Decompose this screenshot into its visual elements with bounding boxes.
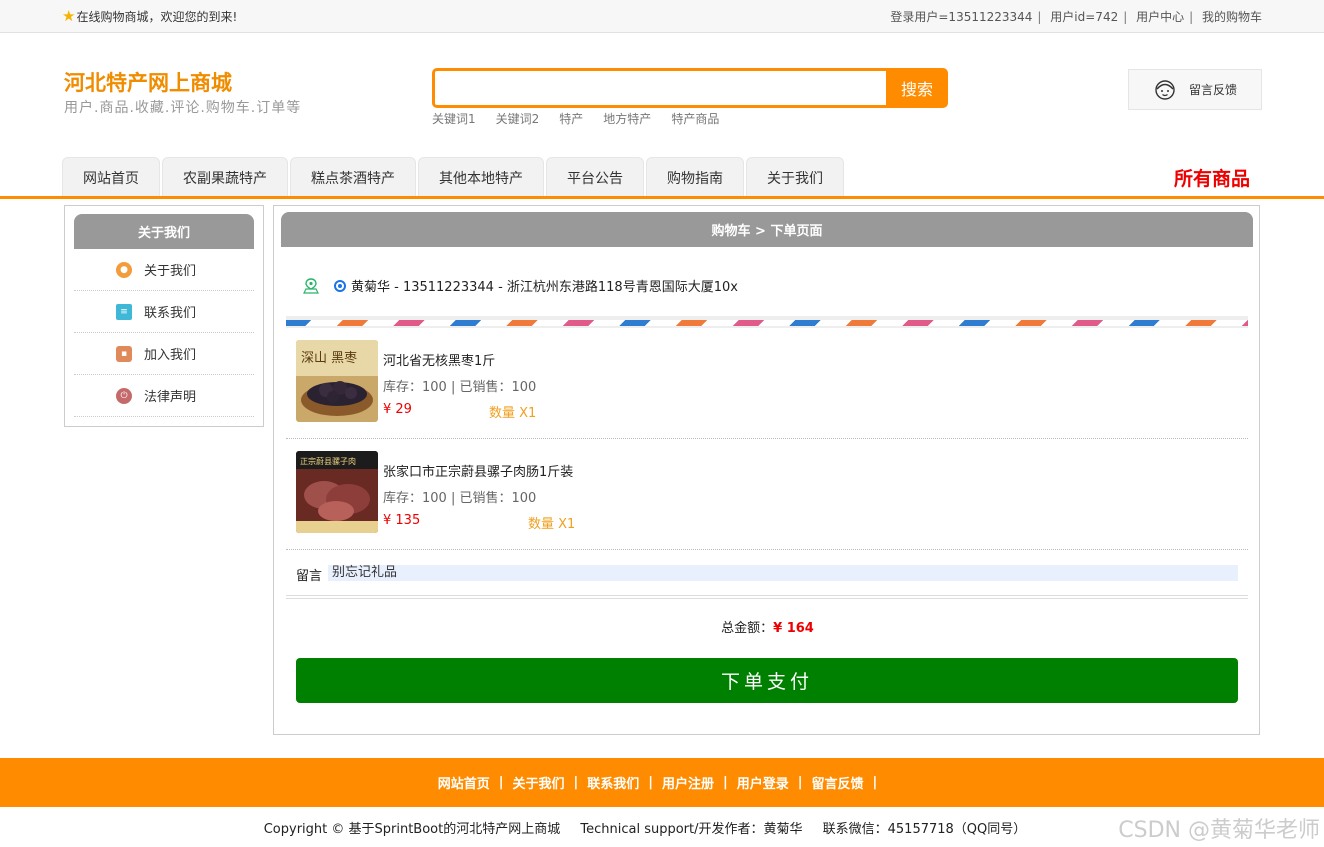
lock-icon: ▪ xyxy=(116,345,132,362)
order-item: 深山 黑枣 河北省无核黑枣1斤 库存：100 | 已销售：100 ¥ 29 数量… xyxy=(286,328,1248,439)
product-price: ¥ 135 xyxy=(383,513,421,528)
footer-link-contact[interactable]: 联系我们 xyxy=(587,773,639,792)
sidebar-item-join[interactable]: ▪ 加入我们 xyxy=(74,333,254,375)
total-label: 总金额： xyxy=(721,621,774,636)
product-stock: 库存：100 | 已销售：100 xyxy=(383,491,537,506)
order-total: 总金额：¥ 164 xyxy=(274,617,1261,636)
sidebar-item-label: 关于我们 xyxy=(144,264,197,279)
product-image[interactable]: 正宗蔚县骡子肉 xyxy=(296,451,378,533)
product-price: ¥ 29 xyxy=(383,402,412,417)
sidebar-item-legal[interactable]: ⏻ 法律声明 xyxy=(74,375,254,417)
feedback-label: 留言反馈 xyxy=(1189,83,1238,97)
sidebar-item-label: 法律声明 xyxy=(144,390,197,405)
user-links: 登录用户=13511223344 | 用户id=742 | 用户中心 | 我的购物车 xyxy=(890,10,1262,24)
power-icon: ⏻ xyxy=(116,387,132,404)
search-button[interactable]: 搜索 xyxy=(886,68,948,108)
customer-service-icon xyxy=(1155,79,1175,100)
feedback-button[interactable]: 留言反馈 xyxy=(1128,69,1262,110)
product-image-caption: 正宗蔚县骡子肉 xyxy=(300,456,356,466)
login-user-text: 登录用户=13511223344 xyxy=(890,10,1033,24)
breadcrumb: 购物车 > 下单页面 xyxy=(281,212,1253,247)
footer-nav: 网站首页 | 关于我们 | 联系我们 | 用户注册 | 用户登录 | 留言反馈 | xyxy=(0,758,1324,807)
footer-link-about[interactable]: 关于我们 xyxy=(512,773,564,792)
sidebar-item-label: 联系我们 xyxy=(144,306,197,321)
tab-about-us[interactable]: 关于我们 xyxy=(746,157,844,197)
tab-other-local[interactable]: 其他本地特产 xyxy=(418,157,544,197)
hot-keywords: 关键词1 关键词2 特产 地方特产 特产商品 xyxy=(432,110,719,127)
search-bar: 搜索 xyxy=(432,68,948,108)
product-quantity: 数量 X1 xyxy=(528,517,576,532)
developer-text: Technical support/开发作者：黄菊华 xyxy=(580,822,803,837)
address-text: 黄菊华 - 13511223344 - 浙江杭州东港路118号青恩国际大厦10x xyxy=(351,280,738,295)
info-icon: ● xyxy=(116,261,132,278)
address-radio[interactable] xyxy=(334,279,346,292)
tab-home[interactable]: 网站首页 xyxy=(62,157,160,197)
tab-produce[interactable]: 农副果蔬特产 xyxy=(162,157,288,197)
location-pin-icon xyxy=(303,277,319,294)
remark-label: 留言 xyxy=(296,569,323,584)
product-name[interactable]: 河北省无核黑枣1斤 xyxy=(383,350,495,369)
welcome-message: ★ 在线购物商城，欢迎您的到来! xyxy=(62,7,237,25)
user-id-text: 用户id=742 xyxy=(1050,10,1119,24)
order-item: 正宗蔚县骡子肉 张家口市正宗蔚县骡子肉肠1斤装 库存：100 | 已销售：100… xyxy=(286,439,1248,550)
footer-link-login[interactable]: 用户登录 xyxy=(737,773,789,792)
product-name[interactable]: 张家口市正宗蔚县骡子肉肠1斤装 xyxy=(383,461,573,480)
product-stock: 库存：100 | 已销售：100 xyxy=(383,380,537,395)
welcome-text: 在线购物商城，欢迎您的到来! xyxy=(76,9,238,24)
clipboard-icon: ≡ xyxy=(116,303,132,320)
nav-divider xyxy=(0,196,1324,199)
contact-text: 联系微信：45157718（QQ同号） xyxy=(822,822,1027,837)
site-title[interactable]: 河北特产网上商城 xyxy=(64,67,232,97)
watermark: CSDN @黄菊华老师 xyxy=(1118,818,1320,843)
keyword-link[interactable]: 关键词1 xyxy=(432,110,476,127)
tab-pastry-tea-wine[interactable]: 糕点茶酒特产 xyxy=(290,157,416,197)
copyright-text: Copyright © 基于SprintBoot的河北特产网上商城 xyxy=(263,822,561,837)
site-subtitle: 用户.商品.收藏.评论.购物车.订单等 xyxy=(64,100,302,116)
address-option[interactable]: 黄菊华 - 13511223344 - 浙江杭州东港路118号青恩国际大厦10x xyxy=(302,276,738,295)
all-goods-link[interactable]: 所有商品 xyxy=(1174,164,1250,191)
keyword-link[interactable]: 地方特产 xyxy=(603,110,651,127)
footer-link-home[interactable]: 网站首页 xyxy=(438,773,490,792)
keyword-link[interactable]: 关键词2 xyxy=(496,110,540,127)
keyword-link[interactable]: 特产商品 xyxy=(671,110,719,127)
total-amount: ¥ 164 xyxy=(773,621,814,636)
keyword-link[interactable]: 特产 xyxy=(559,110,583,127)
address-divider xyxy=(286,320,1248,326)
product-image-caption: 深山 黑枣 xyxy=(301,351,357,366)
place-order-button[interactable]: 下单支付 xyxy=(296,658,1238,703)
sidebar-item-about[interactable]: ● 关于我们 xyxy=(74,249,254,291)
checkout-panel: 购物车 > 下单页面 黄菊华 - 13511223344 - 浙江杭州东港路11… xyxy=(273,205,1260,735)
remark-input[interactable]: 别忘记礼品 xyxy=(328,565,1238,581)
star-icon: ★ xyxy=(62,7,76,25)
remark-row: 留言 别忘记礼品 xyxy=(286,551,1248,599)
sidebar: 关于我们 ● 关于我们 ≡ 联系我们 ▪ 加入我们 ⏻ 法律声明 xyxy=(64,205,264,427)
footer-link-register[interactable]: 用户注册 xyxy=(662,773,714,792)
tab-shopping-guide[interactable]: 购物指南 xyxy=(646,157,744,197)
search-input[interactable] xyxy=(432,68,886,108)
product-image[interactable]: 深山 黑枣 xyxy=(296,340,378,422)
footer-link-feedback[interactable]: 留言反馈 xyxy=(812,773,864,792)
my-cart-link[interactable]: 我的购物车 xyxy=(1202,10,1262,24)
sidebar-title: 关于我们 xyxy=(74,214,254,249)
tab-announcement[interactable]: 平台公告 xyxy=(546,157,644,197)
sidebar-item-label: 加入我们 xyxy=(144,348,197,363)
product-quantity: 数量 X1 xyxy=(489,406,537,421)
main-nav: 网站首页 农副果蔬特产 糕点茶酒特产 其他本地特产 平台公告 购物指南 关于我们 xyxy=(62,157,844,197)
top-bar: ★ 在线购物商城，欢迎您的到来! 登录用户=13511223344 | 用户id=… xyxy=(0,0,1324,33)
sidebar-item-contact[interactable]: ≡ 联系我们 xyxy=(74,291,254,333)
user-center-link[interactable]: 用户中心 xyxy=(1136,10,1184,24)
